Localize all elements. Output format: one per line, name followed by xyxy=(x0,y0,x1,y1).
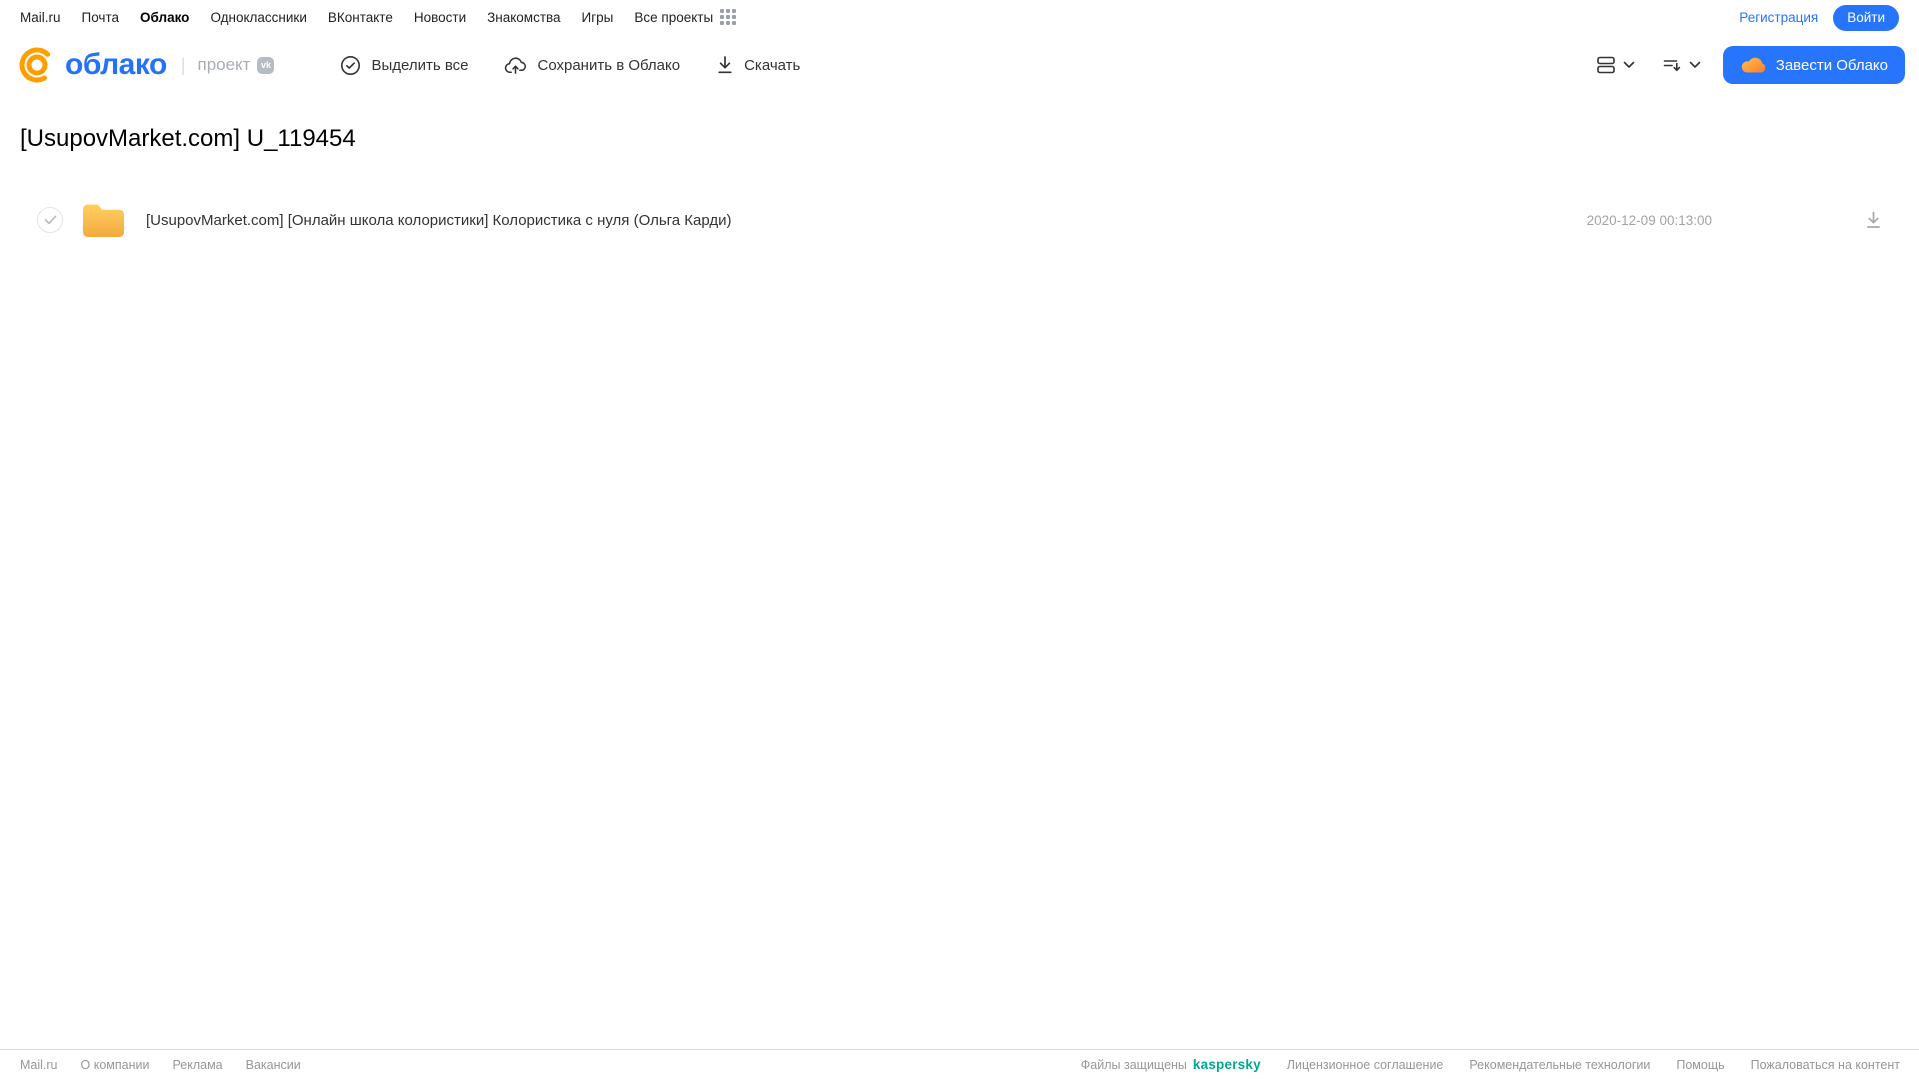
nav-link-oblako[interactable]: Облако xyxy=(140,10,189,25)
kaspersky-protection: Файлы защищены kaspersky xyxy=(1081,1057,1261,1072)
footer-link-jobs[interactable]: Вакансии xyxy=(246,1058,301,1072)
get-cloud-label: Завести Облако xyxy=(1775,56,1888,74)
cloud-upload-icon xyxy=(504,55,527,76)
file-date: 2020-12-09 00:13:00 xyxy=(1586,212,1712,228)
nav-link-novosti[interactable]: Новости xyxy=(414,10,466,25)
get-cloud-button[interactable]: Завести Облако xyxy=(1722,46,1905,84)
download-icon xyxy=(716,55,734,75)
footer-link-recommendation-tech[interactable]: Рекомендательные технологии xyxy=(1469,1058,1650,1072)
logo-wordmark: облако xyxy=(65,48,167,81)
download-button[interactable]: Скачать xyxy=(716,55,800,75)
header: облако | проект vk Выделить все Сохранит… xyxy=(0,39,1919,91)
footer-link-about[interactable]: О компании xyxy=(81,1058,150,1072)
at-sign-icon xyxy=(17,45,57,85)
project-label-group: | проект vk xyxy=(181,55,275,76)
nav-link-igry[interactable]: Игры xyxy=(582,10,614,25)
protected-by-label: Файлы защищены xyxy=(1080,1057,1187,1072)
download-label: Скачать xyxy=(744,56,801,74)
apps-grid-icon[interactable] xyxy=(720,9,737,26)
register-link[interactable]: Регистрация xyxy=(1739,10,1818,25)
folder-icon xyxy=(81,202,126,239)
footer-link-help[interactable]: Помощь xyxy=(1676,1058,1724,1072)
page-title: [UsupovMarket.com] U_119454 xyxy=(20,125,356,152)
list-view-icon xyxy=(1595,54,1617,76)
nav-link-vkontakte[interactable]: ВКонтакте xyxy=(328,10,393,25)
view-mode-dropdown[interactable] xyxy=(1591,50,1639,80)
project-label: проект xyxy=(197,55,251,74)
vk-badge-icon: vk xyxy=(257,56,275,74)
file-row[interactable]: [UsupovMarket.com] [Онлайн школа колорис… xyxy=(0,199,1919,241)
footer-right-links: Файлы защищены kaspersky Лицензионное со… xyxy=(1081,1057,1900,1072)
footer: Mail.ru О компании Реклама Вакансии Файл… xyxy=(0,1049,1919,1079)
chevron-down-icon xyxy=(1689,61,1701,69)
nav-link-pochta[interactable]: Почта xyxy=(82,10,120,25)
login-button[interactable]: Войти xyxy=(1833,4,1899,31)
footer-left-links: Mail.ru О компании Реклама Вакансии xyxy=(20,1058,301,1072)
nav-link-znakomstva[interactable]: Знакомства xyxy=(487,10,560,25)
toolbar-actions: Выделить все Сохранить в Облако Скачать xyxy=(340,55,800,76)
portal-nav: Mail.ru Почта Облако Одноклассники ВКонт… xyxy=(0,0,1919,33)
main-content: [UsupovMarket.com] U_119454 [UsupovMarke… xyxy=(0,91,1919,241)
kaspersky-logo: kaspersky xyxy=(1192,1057,1261,1072)
file-list: [UsupovMarket.com] [Онлайн школа колорис… xyxy=(0,199,1919,241)
save-to-cloud-button[interactable]: Сохранить в Облако xyxy=(504,55,680,76)
save-to-cloud-label: Сохранить в Облако xyxy=(537,56,681,74)
footer-link-license[interactable]: Лицензионное соглашение xyxy=(1287,1058,1444,1072)
toolbar-right: Завести Облако xyxy=(1591,46,1905,84)
chevron-down-icon xyxy=(1623,61,1635,69)
check-icon xyxy=(44,215,56,225)
select-all-label: Выделить все xyxy=(371,56,469,74)
footer-link-mailru[interactable]: Mail.ru xyxy=(20,1058,58,1072)
row-checkbox[interactable] xyxy=(37,207,63,233)
sort-icon xyxy=(1661,54,1683,76)
sort-dropdown[interactable] xyxy=(1657,50,1705,80)
cloud-logo[interactable]: облако | проект vk xyxy=(17,45,275,85)
download-icon xyxy=(1864,210,1883,230)
file-name-link[interactable]: [UsupovMarket.com] [Онлайн школа колорис… xyxy=(146,212,1587,229)
check-circle-icon xyxy=(340,55,361,76)
cloud-icon xyxy=(1740,55,1767,75)
footer-link-ads[interactable]: Реклама xyxy=(172,1058,222,1072)
row-download-button[interactable] xyxy=(1864,210,1883,230)
footer-link-report-content[interactable]: Пожаловаться на контент xyxy=(1751,1058,1900,1072)
nav-link-all-projects[interactable]: Все проекты xyxy=(634,10,713,25)
nav-link-odnoklassniki[interactable]: Одноклассники xyxy=(210,10,306,25)
select-all-button[interactable]: Выделить все xyxy=(340,55,468,76)
nav-link-mailru[interactable]: Mail.ru xyxy=(20,10,61,25)
logo-divider: | xyxy=(180,54,186,75)
